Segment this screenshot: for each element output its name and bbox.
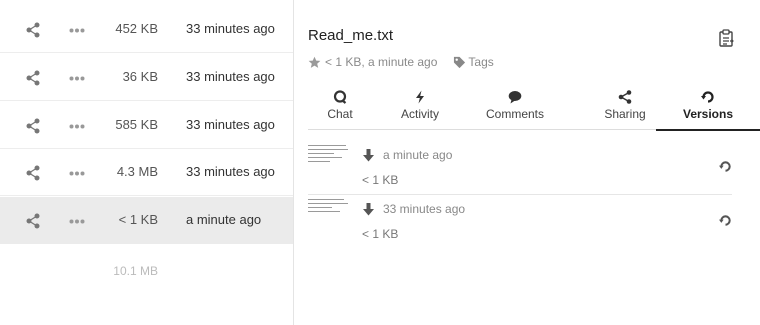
version-size: < 1 KB [362, 173, 399, 187]
share-icon [618, 90, 632, 104]
comments-icon [508, 91, 522, 104]
file-size: 585 KB [115, 117, 158, 132]
more-icon[interactable] [69, 219, 85, 224]
file-meta-text: < 1 KB, a minute ago [325, 55, 438, 69]
share-icon[interactable] [25, 70, 41, 86]
tab-sharing[interactable]: Sharing [590, 86, 660, 130]
file-modified: a minute ago [186, 212, 262, 227]
star-icon[interactable] [308, 56, 321, 69]
file-list: 452 KB 33 minutes ago 36 KB 33 minutes a… [0, 0, 293, 325]
file-meta: < 1 KB, a minute ago Tags [308, 54, 494, 70]
file-size: 4.3 MB [116, 164, 158, 179]
share-icon[interactable] [25, 22, 41, 38]
restore-icon[interactable] [719, 214, 732, 227]
version-thumbnail[interactable] [308, 145, 350, 175]
share-icon[interactable] [25, 213, 41, 229]
file-row[interactable]: 452 KB 33 minutes ago [0, 6, 293, 53]
clipboard-icon[interactable] [718, 29, 734, 47]
sidebar-tabs: Chat Activity Comments Sharing Versions [308, 86, 760, 131]
version-entry: 33 minutes ago < 1 KB [308, 197, 732, 249]
file-size: < 1 KB [118, 212, 158, 227]
tags-link[interactable]: Tags [468, 55, 493, 69]
tab-activity[interactable]: Activity [388, 86, 452, 130]
file-row[interactable]: 36 KB 33 minutes ago [0, 54, 293, 101]
version-thumbnail[interactable] [308, 199, 350, 229]
tab-comments[interactable]: Comments [478, 86, 552, 130]
file-size: 36 KB [122, 69, 158, 84]
file-size: 452 KB [115, 21, 158, 36]
download-icon[interactable] [362, 203, 375, 216]
file-modified: 33 minutes ago [186, 21, 275, 36]
details-sidebar: Read_me.txt < 1 KB, a minute ago Tags Ch… [293, 0, 760, 325]
file-modified: 33 minutes ago [186, 164, 275, 179]
file-row[interactable]: 4.3 MB 33 minutes ago [0, 149, 293, 196]
version-time: 33 minutes ago [383, 202, 466, 216]
file-row-selected[interactable]: < 1 KB a minute ago [0, 197, 293, 244]
version-size: < 1 KB [362, 227, 399, 241]
share-icon[interactable] [25, 165, 41, 181]
activity-icon [416, 90, 424, 104]
share-icon[interactable] [25, 118, 41, 134]
tag-icon[interactable] [453, 56, 466, 69]
more-icon[interactable] [69, 28, 85, 33]
tab-chat[interactable]: Chat [308, 86, 372, 130]
versions-icon [701, 91, 714, 103]
more-icon[interactable] [69, 171, 85, 176]
version-time: a minute ago [383, 148, 453, 162]
chat-icon [333, 90, 347, 104]
total-size: 10.1 MB [113, 264, 158, 278]
version-entry: a minute ago < 1 KB [308, 143, 732, 195]
restore-icon[interactable] [719, 160, 732, 173]
tab-versions[interactable]: Versions [656, 86, 760, 131]
file-modified: 33 minutes ago [186, 117, 275, 132]
file-modified: 33 minutes ago [186, 69, 275, 84]
more-icon[interactable] [69, 124, 85, 129]
download-icon[interactable] [362, 149, 375, 162]
file-row[interactable]: 585 KB 33 minutes ago [0, 102, 293, 149]
sidebar-filename: Read_me.txt [308, 27, 394, 44]
more-icon[interactable] [69, 76, 85, 81]
